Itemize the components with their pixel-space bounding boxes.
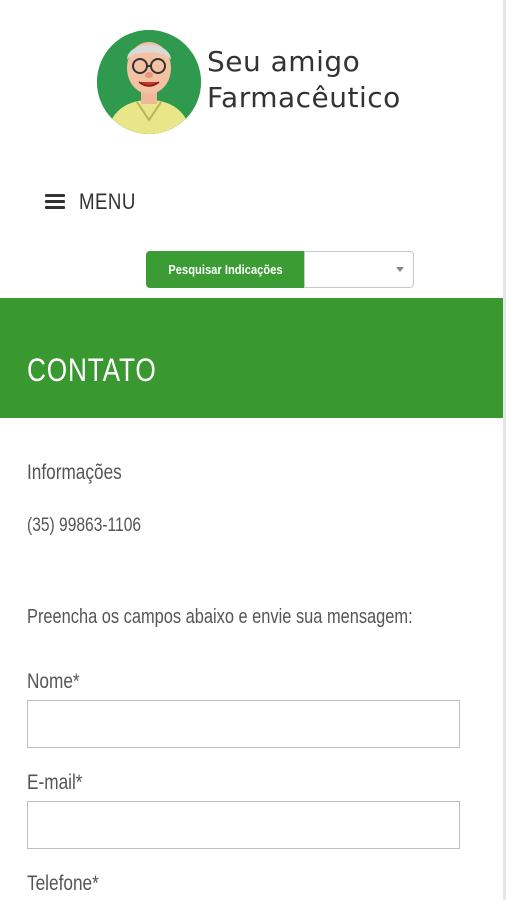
search-indications-button[interactable]: Pesquisar Indicações	[146, 251, 304, 288]
email-label: E-mail*	[27, 771, 83, 794]
pharmacist-avatar-icon	[97, 30, 201, 134]
name-label: Nome*	[27, 670, 80, 693]
phone-label: Telefone*	[27, 872, 99, 895]
form-intro: Preencha os campos abaixo e envie sua me…	[27, 606, 413, 628]
menu-label: MENU	[79, 189, 136, 214]
pharmacist-avatar-logo	[97, 30, 201, 134]
page-title: CONTATO	[27, 352, 157, 388]
indications-select[interactable]	[304, 251, 414, 288]
menu-toggle[interactable]: MENU	[45, 186, 146, 218]
search-button-label: Pesquisar Indicações	[167, 262, 283, 277]
site-header: Seu amigo Farmacêutico	[0, 0, 503, 140]
logo-line-2: Farmacêutico	[207, 81, 401, 114]
logo-line-1: Seu amigo	[207, 45, 361, 78]
search-bar: Pesquisar Indicações	[146, 251, 414, 288]
site-logo[interactable]: Seu amigo Farmacêutico	[97, 16, 417, 134]
name-field[interactable]	[27, 700, 460, 748]
logo-wordmark: Seu amigo Farmacêutico	[207, 44, 401, 116]
chevron-down-icon	[396, 267, 404, 272]
contact-phone: (35) 99863-1106	[27, 515, 142, 536]
email-field[interactable]	[27, 801, 460, 849]
info-heading: Informações	[27, 461, 122, 484]
hamburger-icon	[45, 194, 65, 210]
